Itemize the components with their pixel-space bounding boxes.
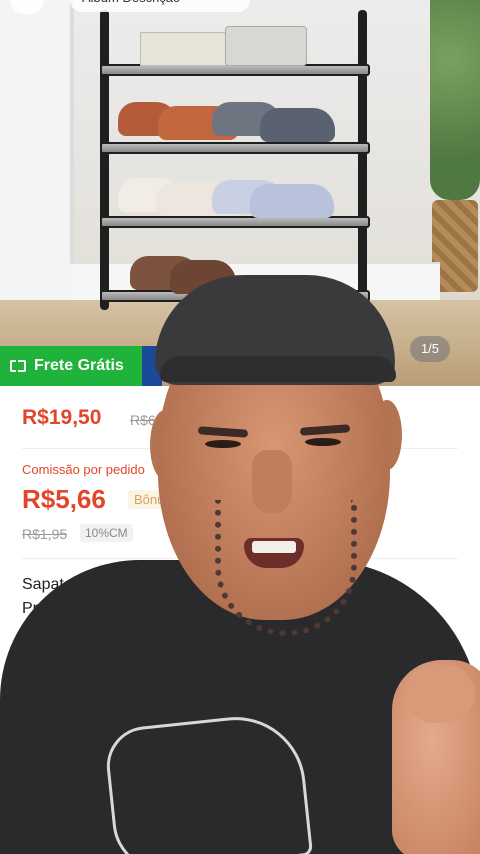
product-price: R$19,50 <box>22 406 102 429</box>
commission-value: R$5,66 <box>22 484 106 514</box>
rack-shelf <box>100 142 370 154</box>
plant-leaves <box>430 0 480 200</box>
screen: Álbum Descrição 1/5 Frete Grátis R$19,50… <box>0 0 480 854</box>
commission-label: Comissão por pedido <box>22 462 145 477</box>
album-tabs[interactable]: Álbum Descrição <box>70 0 250 12</box>
ticket-icon <box>10 360 26 372</box>
product-image[interactable]: Álbum Descrição 1/5 <box>0 0 480 390</box>
bonus-badge: Bônus <box>128 490 177 509</box>
door-background <box>0 0 74 300</box>
commission-rate-badge: 10%CM <box>80 524 133 542</box>
divider <box>22 558 458 559</box>
product-title-line2[interactable]: Prat <box>22 600 51 618</box>
price-panel: R$19,50 R$6 Comissão por pedido R$5,66 B… <box>0 386 480 854</box>
badge-extension <box>142 346 162 386</box>
image-counter: 1/5 <box>410 336 450 362</box>
product-title-line1[interactable]: Sapateira de <box>22 576 113 594</box>
rack-shelf <box>100 216 370 228</box>
rack-post <box>358 10 367 310</box>
old-price: R$6 <box>130 412 156 428</box>
shoe <box>250 184 334 218</box>
shoe-rack <box>100 10 370 310</box>
shoe <box>170 260 236 294</box>
frete-gratis-label: Frete Grátis <box>34 357 124 374</box>
rack-post <box>100 10 109 310</box>
frete-gratis-badge: Frete Grátis <box>0 346 142 386</box>
shoe <box>260 108 335 142</box>
rack-shelf <box>100 290 370 302</box>
commission-old-value: R$1,95 <box>22 526 68 542</box>
books-stack <box>140 32 232 66</box>
basket <box>225 26 307 66</box>
divider <box>22 448 458 449</box>
